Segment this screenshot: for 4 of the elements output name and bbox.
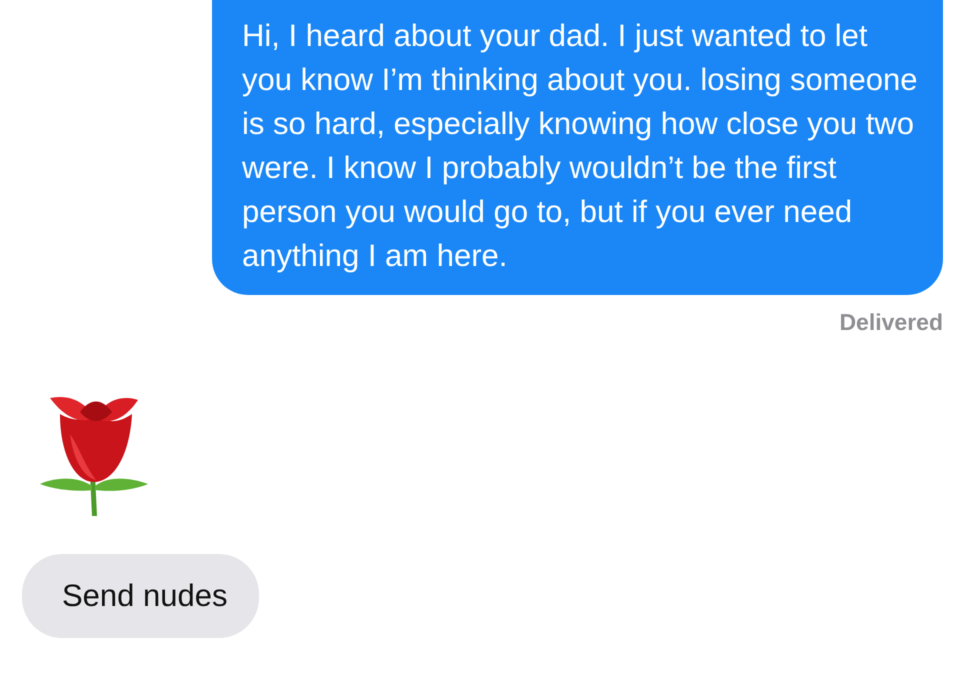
message-bubble: Hi, I heard about your dad. I just wanted to let you know I’m thinking about you. losing someone is so hard, especially knowing how close you two were. I know I probably wouldn’t be the first person you would go to, but if you ever need anything I am here.: [212, 0, 943, 295]
rose-icon: [40, 394, 148, 516]
delivery-status: Delivered: [839, 309, 943, 336]
message-bubble: Send nudes: [22, 554, 260, 638]
